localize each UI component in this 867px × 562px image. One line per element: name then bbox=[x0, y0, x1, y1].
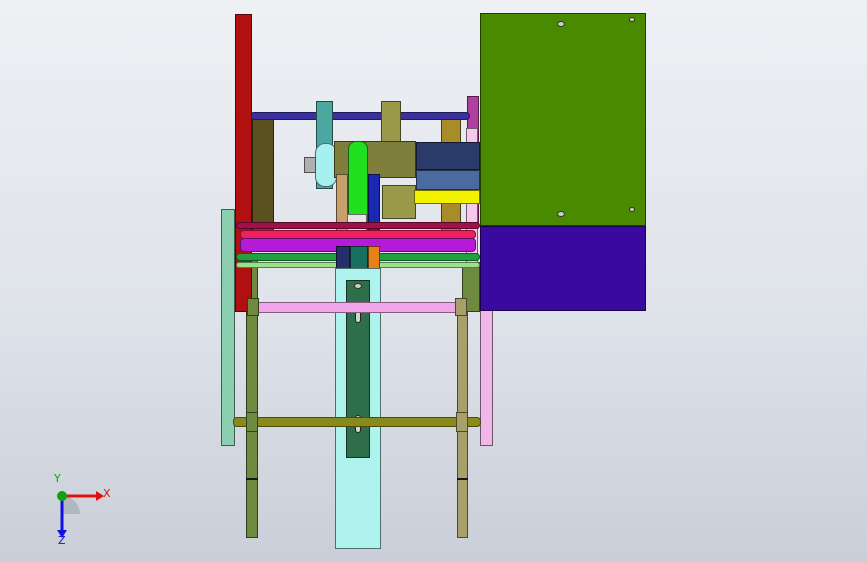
magenta-shaft[interactable] bbox=[236, 222, 480, 229]
olive-block[interactable] bbox=[382, 185, 416, 219]
right-blue-enclosure[interactable] bbox=[480, 226, 646, 311]
right-leg-joint bbox=[457, 478, 468, 480]
orange-clamp[interactable] bbox=[368, 246, 380, 270]
teal-clamp[interactable] bbox=[350, 246, 368, 270]
y-axis-dot bbox=[57, 491, 67, 501]
yellow-shaft[interactable] bbox=[414, 190, 480, 204]
triad-svg bbox=[57, 491, 104, 538]
dark-navy-clamp[interactable] bbox=[336, 246, 350, 270]
pink-rod-left-end[interactable] bbox=[247, 298, 259, 316]
pink-rod[interactable] bbox=[256, 302, 462, 313]
y-axis-label: Y bbox=[54, 472, 61, 485]
coordinate-triad: X Y Z bbox=[40, 472, 130, 548]
right-pink-leg[interactable] bbox=[480, 300, 493, 446]
z-axis-label: Z bbox=[58, 534, 66, 547]
left-teal-side-plate[interactable] bbox=[221, 209, 235, 446]
enclosure-screw-1 bbox=[557, 21, 565, 27]
enclosure-screw-4 bbox=[629, 207, 635, 212]
olive-gear-housing[interactable] bbox=[334, 141, 416, 178]
cad-viewport[interactable]: X Y Z bbox=[0, 0, 867, 562]
right-green-enclosure[interactable] bbox=[480, 13, 646, 226]
slate-cylinder[interactable] bbox=[416, 170, 480, 190]
olive-rod-left-collar[interactable] bbox=[246, 412, 258, 432]
enclosure-screw-2 bbox=[629, 17, 635, 22]
pink-rod-right-end[interactable] bbox=[455, 298, 467, 316]
x-axis-label: X bbox=[103, 487, 111, 500]
left-leg-joint bbox=[246, 478, 258, 480]
top-blue-shaft[interactable] bbox=[250, 112, 470, 120]
slide-hole-top bbox=[354, 283, 362, 289]
navy-cylinder[interactable] bbox=[416, 142, 480, 170]
pulley-hub[interactable] bbox=[304, 157, 316, 173]
enclosure-screw-3 bbox=[557, 211, 565, 217]
olive-rod[interactable] bbox=[233, 417, 481, 427]
olive-rod-right-collar[interactable] bbox=[456, 412, 468, 432]
